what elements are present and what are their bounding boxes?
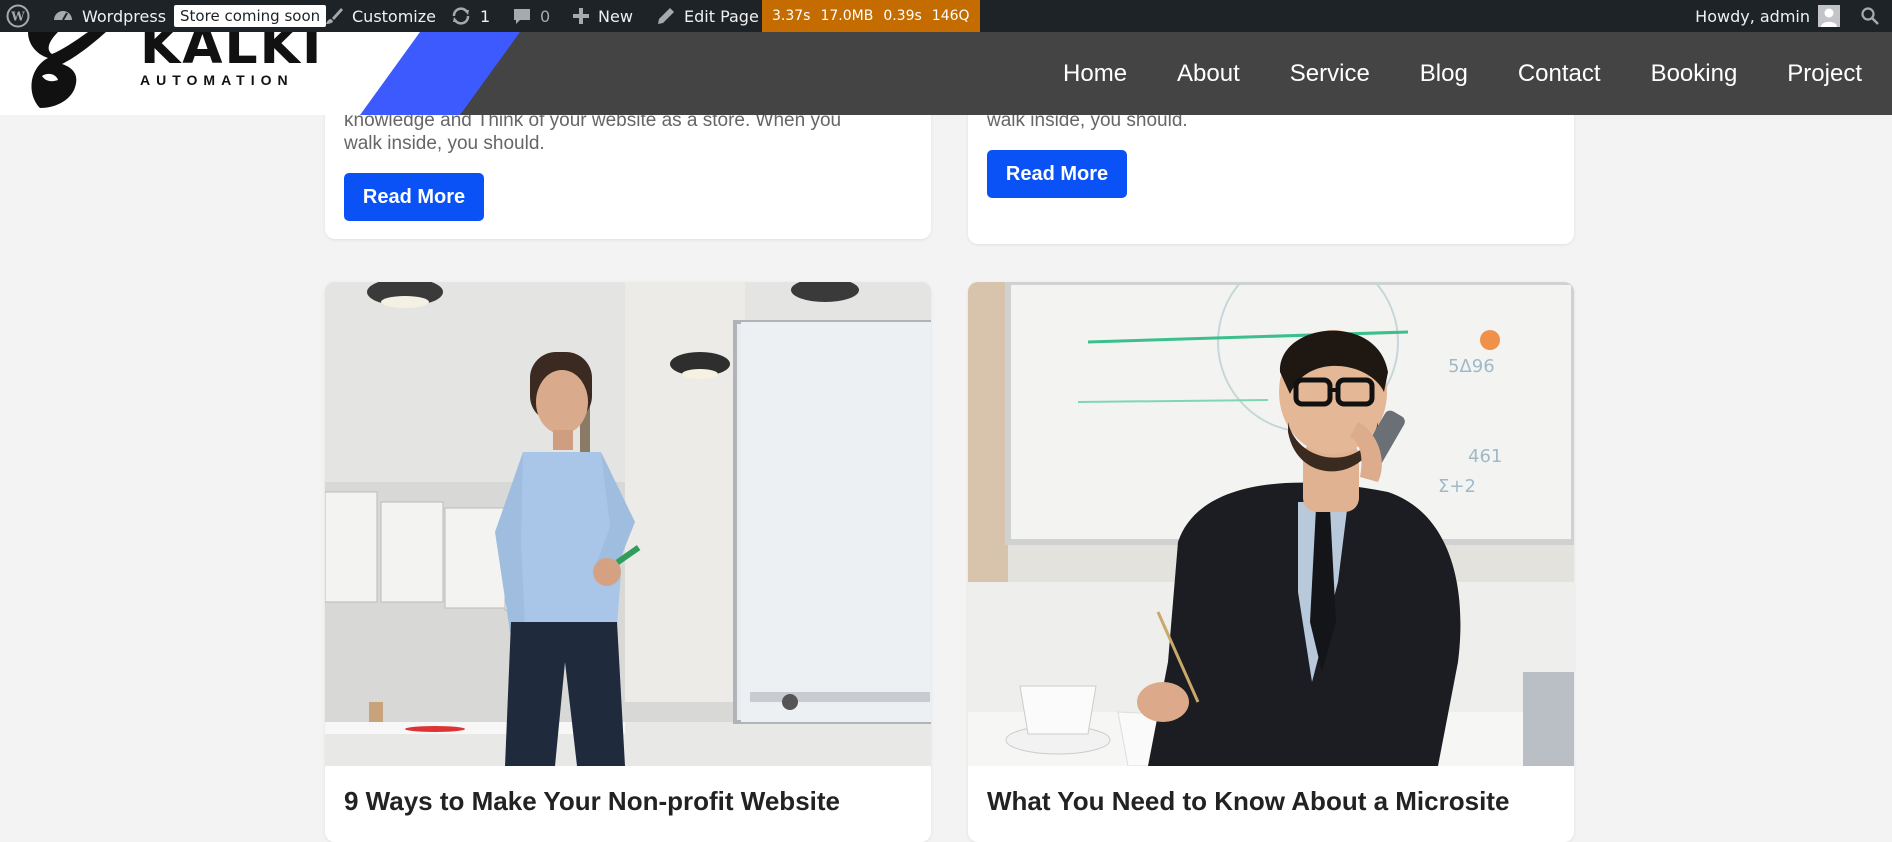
store-coming-soon-badge: Store coming soon — [174, 5, 327, 27]
edit-page-label: Edit Page — [684, 6, 759, 26]
nav-booking[interactable]: Booking — [1651, 60, 1738, 88]
nav-about[interactable]: About — [1177, 60, 1240, 88]
query-monitor-stats[interactable]: 3.37s 17.0MB 0.39s 146Q — [762, 0, 980, 32]
main-navigation: Home About Service Blog Contact Booking … — [1013, 32, 1862, 115]
qm-memory: 17.0MB — [820, 8, 874, 24]
updates-icon — [452, 7, 470, 25]
wordpress-logo-icon[interactable]: W — [6, 0, 30, 32]
customize-link[interactable]: Customize — [324, 0, 436, 32]
pencil-icon — [658, 8, 674, 24]
comments-link[interactable]: 0 — [512, 0, 550, 32]
updates-count: 1 — [480, 6, 491, 26]
site-logo[interactable]: KALKI AUTOMATION — [0, 32, 340, 115]
updates-link[interactable]: 1 — [450, 0, 490, 32]
nav-contact[interactable]: Contact — [1518, 60, 1601, 88]
admin-bar: W Wordpress Store coming soon Customize … — [0, 0, 1892, 32]
new-content-link[interactable]: New — [572, 0, 633, 32]
logo-title: KALKI — [140, 32, 324, 76]
qm-queries: 146Q — [931, 8, 970, 24]
search-icon[interactable] — [1860, 0, 1880, 32]
avatar — [1818, 5, 1840, 27]
post-thumbnail-image[interactable]: 5Δ96 461 Σ+2 — [968, 282, 1574, 766]
card-excerpt: knowledge and Think of your website as a… — [344, 109, 914, 155]
read-more-button[interactable]: Read More — [987, 150, 1127, 198]
qm-time: 3.37s — [772, 8, 811, 24]
post-thumbnail-image[interactable] — [325, 282, 931, 766]
logo-subtitle: AUTOMATION — [140, 72, 294, 88]
nav-service[interactable]: Service — [1290, 60, 1370, 88]
comments-count: 0 — [540, 6, 551, 26]
site-name: Wordpress — [82, 6, 167, 26]
excerpt-line: walk inside, you should. — [344, 133, 545, 154]
svg-text:5Δ96: 5Δ96 — [1448, 356, 1495, 377]
svg-text:Σ+2: Σ+2 — [1438, 476, 1476, 497]
kalki-logo-icon — [28, 32, 106, 108]
svg-text:461: 461 — [1468, 446, 1502, 467]
qm-db-time: 0.39s — [883, 8, 922, 24]
my-account-menu[interactable]: Howdy, admin — [1695, 0, 1840, 32]
comment-icon — [514, 9, 530, 24]
nav-blog[interactable]: Blog — [1420, 60, 1468, 88]
blog-card: 5Δ96 461 Σ+2 What You Need to Know About… — [968, 282, 1574, 842]
dashboard-icon — [54, 11, 72, 21]
edit-page-link[interactable]: Edit Page — [656, 0, 759, 32]
brush-icon — [326, 8, 343, 24]
read-more-button[interactable]: Read More — [344, 173, 484, 221]
plus-icon — [573, 8, 589, 24]
svg-text:W: W — [10, 10, 25, 24]
customize-label: Customize — [352, 6, 436, 26]
blog-card: 9 Ways to Make Your Non-profit Website — [325, 282, 931, 842]
new-label: New — [598, 6, 633, 26]
site-name-menu[interactable]: Wordpress Store coming soon — [52, 0, 327, 32]
nav-home[interactable]: Home — [1063, 60, 1127, 88]
howdy-text: Howdy, admin — [1695, 6, 1810, 26]
site-header: KALKI AUTOMATION Home About Service Blog… — [0, 32, 1892, 115]
nav-project[interactable]: Project — [1787, 60, 1862, 88]
